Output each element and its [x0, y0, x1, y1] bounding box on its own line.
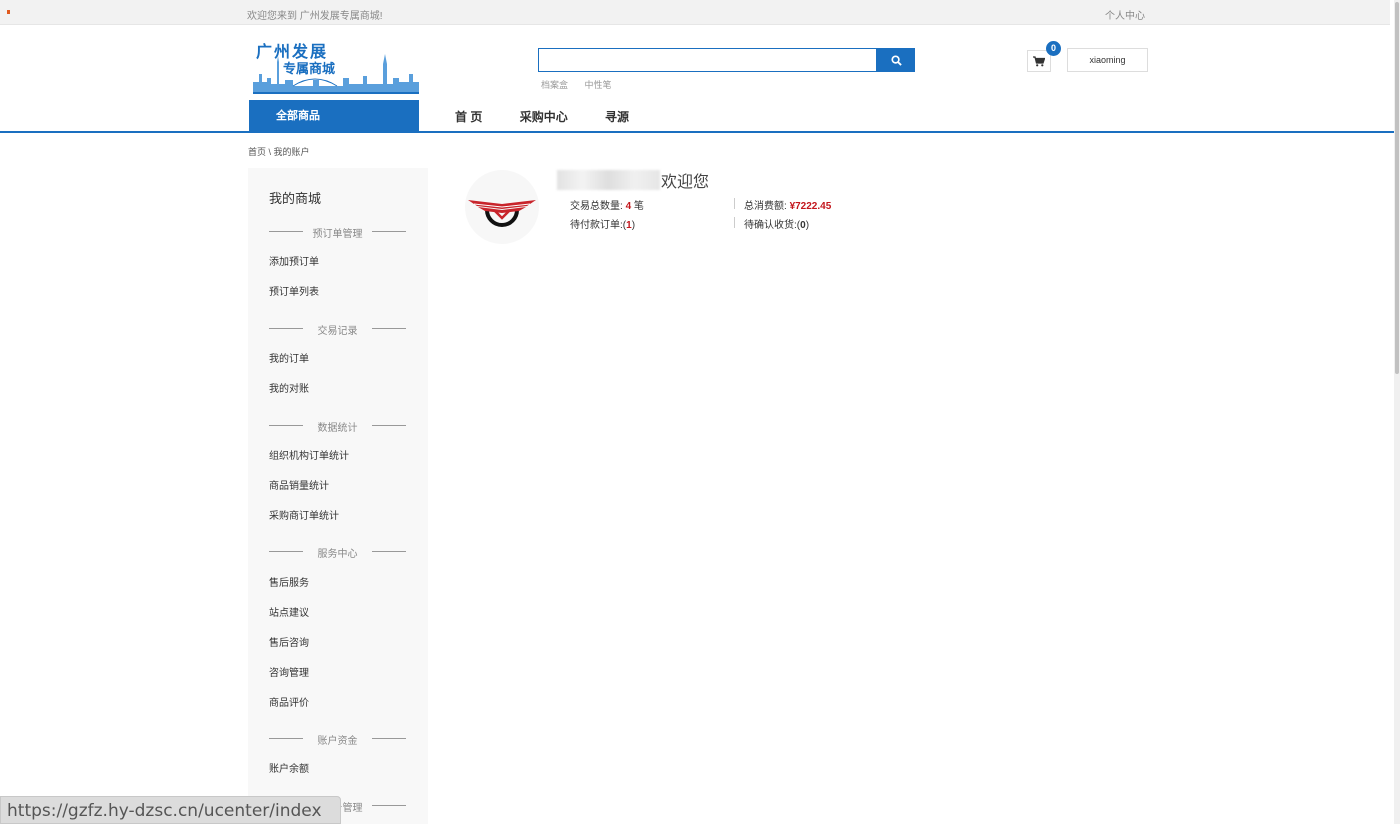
personal-center-link[interactable]: 个人中心 — [1105, 7, 1145, 22]
all-goods-button[interactable]: 全部商品 — [249, 100, 419, 132]
trade-count-value: 4 — [625, 201, 632, 212]
search-icon — [890, 54, 902, 66]
section-heading-statistics: 数据统计 — [269, 419, 406, 434]
sidebar-item-org-order-stats[interactable]: 组织机构订单统计 — [269, 447, 349, 462]
sidebar-item-after-sales[interactable]: 售后服务 — [269, 574, 309, 589]
scrollbar-thumb[interactable] — [1395, 2, 1399, 374]
trade-count: 交易总数量: 4 笔 — [570, 201, 644, 212]
nav-purchase-center[interactable]: 采购中心 — [520, 110, 568, 124]
section-heading-service: 服务中心 — [269, 545, 406, 560]
nav-home[interactable]: 首 页 — [455, 110, 482, 124]
search-input[interactable] — [538, 48, 877, 72]
breadcrumb: 首页 \ 我的账户 — [248, 147, 310, 157]
welcome-text: 欢迎您来到 广州发展专属商城! — [247, 11, 383, 22]
sidebar-item-account-balance[interactable]: 账户余额 — [269, 760, 309, 775]
hot-search-words: 档案盒 中性笔 — [541, 78, 626, 91]
section-heading-funds: 账户资金 — [269, 732, 406, 747]
stat-divider — [734, 198, 735, 209]
blurred-username — [557, 170, 660, 190]
stat-divider — [734, 217, 735, 228]
shopping-cart-icon — [1033, 55, 1045, 66]
status-bar-url: https://gzfz.hy-dzsc.cn/ucenter/index — [0, 796, 341, 824]
user-account-button[interactable]: xiaoming — [1067, 48, 1148, 72]
pending-receipt[interactable]: 待确认收货:(0) — [744, 216, 809, 231]
section-heading-transactions: 交易记录 — [269, 322, 406, 337]
sidebar-item-preorder-list[interactable]: 预订单列表 — [269, 283, 319, 298]
sidebar-item-product-reviews[interactable]: 商品评价 — [269, 694, 309, 709]
sidebar-item-add-preorder[interactable]: 添加预订单 — [269, 253, 319, 268]
sidebar-item-inquiry-management[interactable]: 咨询管理 — [269, 664, 309, 679]
company-logo-icon — [468, 200, 536, 227]
logo-line-2: 专属商城 — [283, 62, 336, 77]
pending-payment[interactable]: 待付款订单:(1) — [570, 216, 635, 231]
total-spent-value: ¥7222.45 — [789, 201, 832, 212]
search-button[interactable] — [877, 48, 915, 72]
city-skyline-icon — [253, 54, 419, 94]
main-nav: 首 页 采购中心 寻源 — [455, 108, 663, 125]
sidebar-item-after-sales-inquiry[interactable]: 售后咨询 — [269, 634, 309, 649]
welcome-heading: 欢迎您 — [661, 174, 710, 191]
sidebar-item-buyer-order-stats[interactable]: 采购商订单统计 — [269, 507, 339, 522]
nav-sourcing[interactable]: 寻源 — [605, 110, 629, 124]
cart-count-badge: 0 — [1046, 41, 1061, 56]
top-bar-marker — [7, 10, 10, 14]
nav-divider — [0, 131, 1394, 133]
hot-word-link[interactable]: 档案盒 — [541, 80, 568, 90]
sidebar-item-reconciliation[interactable]: 我的对账 — [269, 380, 309, 395]
sidebar-title: 我的商城 — [269, 191, 322, 206]
sidebar-item-site-suggestions[interactable]: 站点建议 — [269, 604, 309, 619]
page-scrollbar[interactable] — [1394, 0, 1400, 824]
top-bar: 欢迎您来到 广州发展专属商城! 个人中心 — [0, 0, 1390, 25]
section-heading-preorder: 预订单管理 — [269, 225, 406, 240]
total-spent: 总消费额: ¥7222.45 — [744, 201, 832, 212]
site-logo[interactable]: 广州发展 专属商城 — [253, 38, 419, 94]
account-sidebar: 我的商城 预订单管理 添加预订单 预订单列表 交易记录 我的订单 我的对账 数据… — [248, 168, 428, 824]
sidebar-item-my-orders[interactable]: 我的订单 — [269, 350, 309, 365]
avatar[interactable] — [465, 170, 539, 244]
hot-word-link[interactable]: 中性笔 — [585, 80, 612, 90]
sidebar-item-product-sales-stats[interactable]: 商品销量统计 — [269, 477, 329, 492]
search-bar — [538, 48, 915, 72]
